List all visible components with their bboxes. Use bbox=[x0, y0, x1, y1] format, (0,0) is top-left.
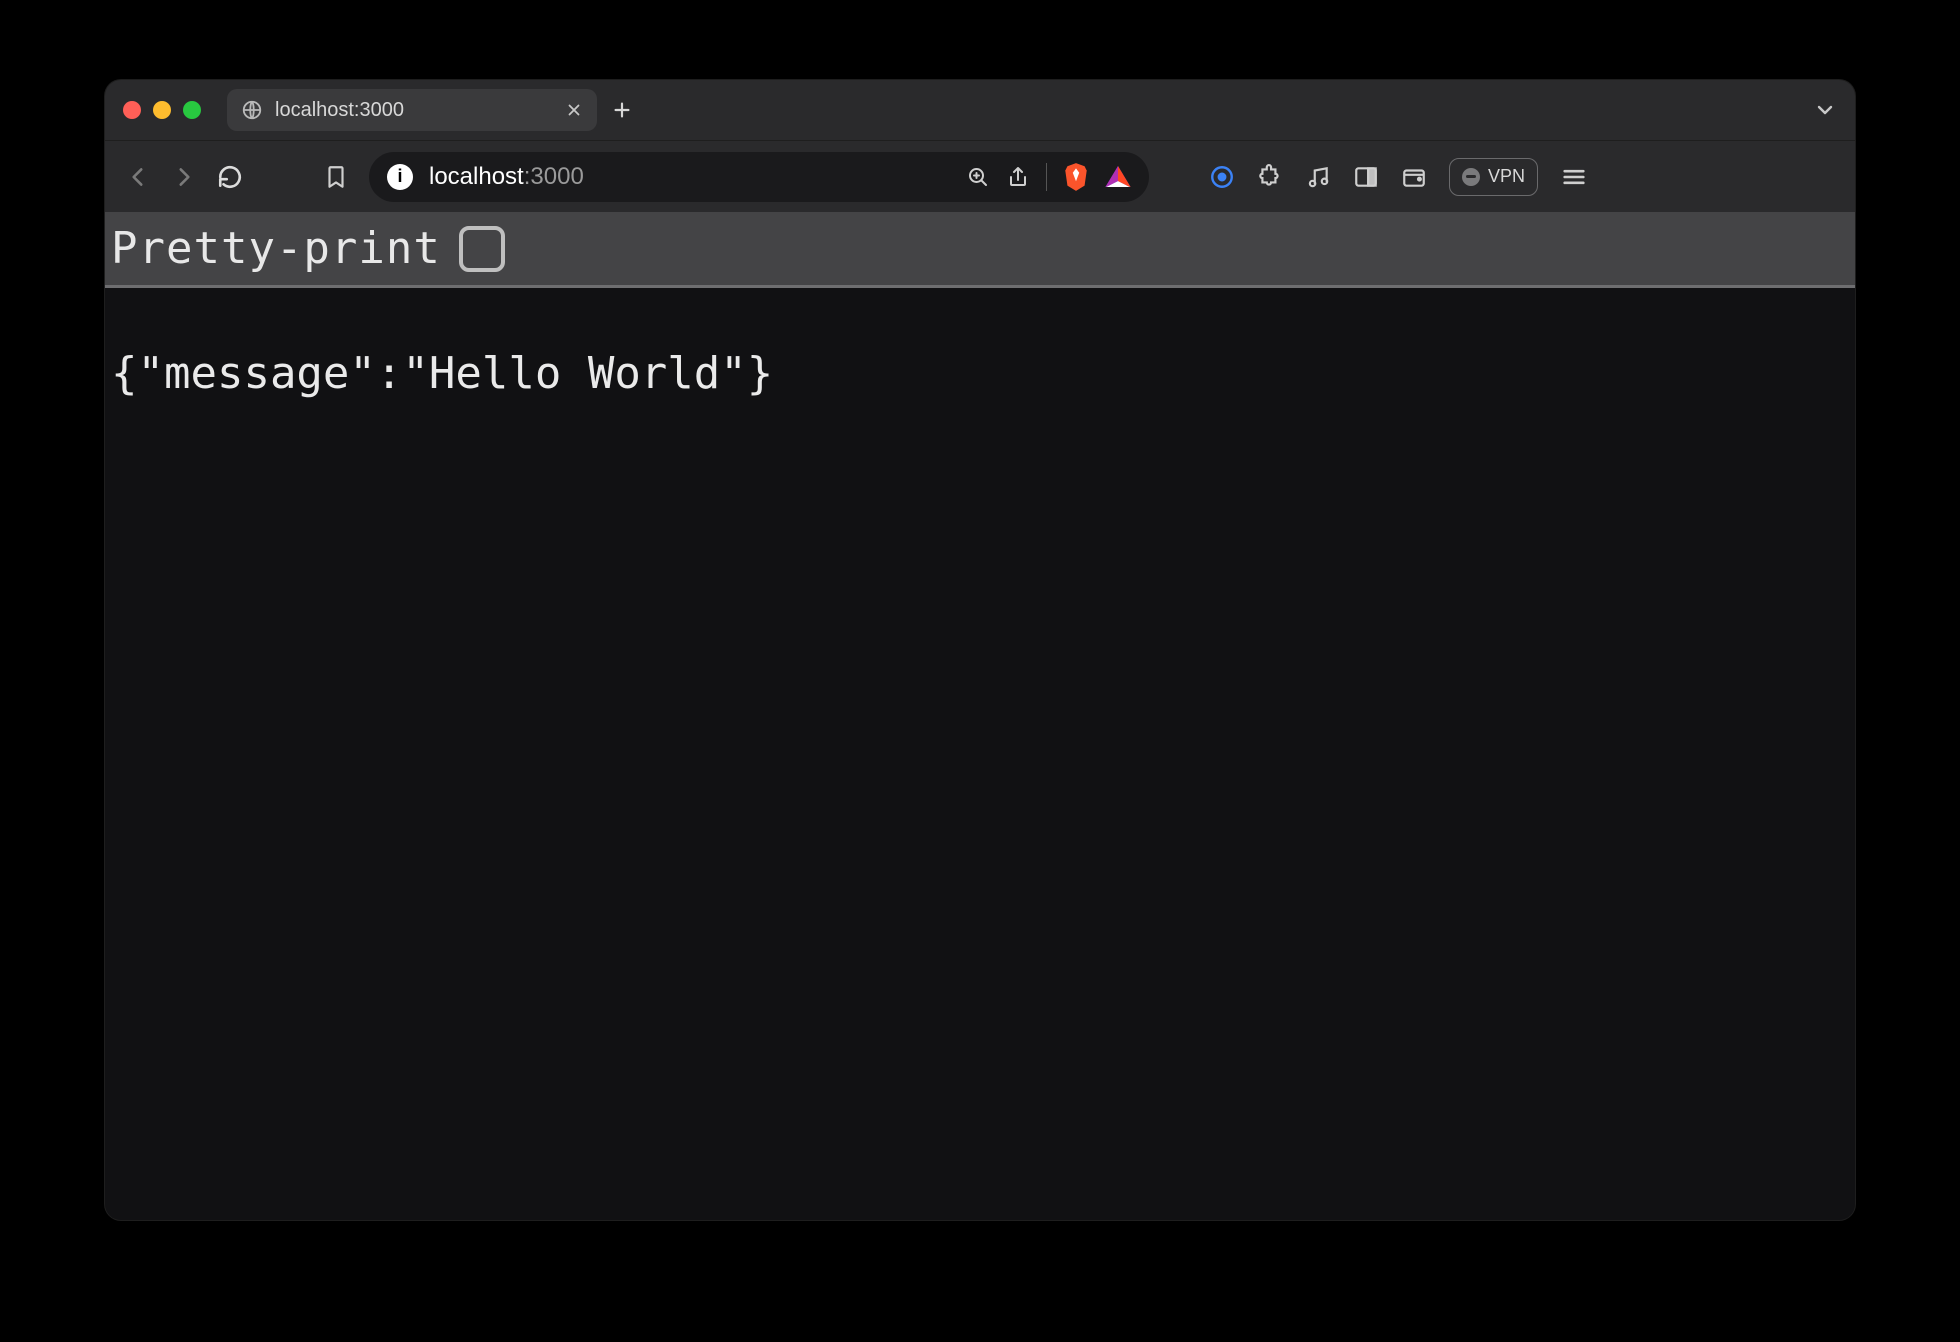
wallet-icon[interactable] bbox=[1401, 164, 1427, 190]
forward-button[interactable] bbox=[171, 164, 197, 190]
bookmark-button[interactable] bbox=[323, 162, 349, 192]
address-port: :3000 bbox=[524, 163, 584, 190]
address-host: localhost bbox=[429, 163, 524, 190]
page-content[interactable]: {"message":"Hello World"} bbox=[105, 288, 1855, 1220]
extensions-icon[interactable] bbox=[1257, 164, 1283, 190]
site-info-icon[interactable]: i bbox=[387, 164, 413, 190]
address-bar[interactable]: i localhost:3000 bbox=[369, 152, 1149, 202]
browser-tab[interactable]: localhost:3000 bbox=[227, 89, 597, 131]
brave-shield-icon[interactable] bbox=[1063, 162, 1089, 192]
new-tab-button[interactable] bbox=[611, 99, 645, 121]
close-window-button[interactable] bbox=[123, 101, 141, 119]
close-tab-button[interactable] bbox=[565, 101, 583, 119]
sidebar-icon[interactable] bbox=[1353, 164, 1379, 190]
globe-icon bbox=[241, 99, 263, 121]
brave-rewards-icon[interactable] bbox=[1105, 166, 1131, 188]
vpn-button[interactable]: VPN bbox=[1449, 158, 1538, 196]
pretty-print-checkbox[interactable] bbox=[459, 226, 505, 272]
address-text: localhost:3000 bbox=[429, 163, 584, 191]
window-controls bbox=[123, 101, 201, 119]
fullscreen-window-button[interactable] bbox=[183, 101, 201, 119]
password-manager-icon[interactable] bbox=[1209, 164, 1235, 190]
tab-title: localhost:3000 bbox=[275, 99, 553, 122]
vpn-status-icon bbox=[1462, 168, 1480, 186]
browser-window: localhost:3000 bbox=[105, 80, 1855, 1220]
menu-button[interactable] bbox=[1560, 163, 1588, 191]
browser-toolbar: i localhost:3000 bbox=[105, 140, 1855, 212]
tab-strip: localhost:3000 bbox=[105, 80, 1855, 140]
toolbar-right: VPN bbox=[1209, 158, 1588, 196]
separator bbox=[1046, 163, 1047, 191]
tabs-overflow-button[interactable] bbox=[1813, 98, 1837, 122]
back-button[interactable] bbox=[125, 164, 151, 190]
pretty-print-bar: Pretty-print bbox=[105, 212, 1855, 288]
share-icon[interactable] bbox=[1006, 165, 1030, 189]
reload-button[interactable] bbox=[217, 164, 243, 190]
vpn-label: VPN bbox=[1488, 166, 1525, 187]
music-icon[interactable] bbox=[1305, 164, 1331, 190]
zoom-icon[interactable] bbox=[966, 165, 990, 189]
pretty-print-label: Pretty-print bbox=[111, 223, 441, 274]
minimize-window-button[interactable] bbox=[153, 101, 171, 119]
